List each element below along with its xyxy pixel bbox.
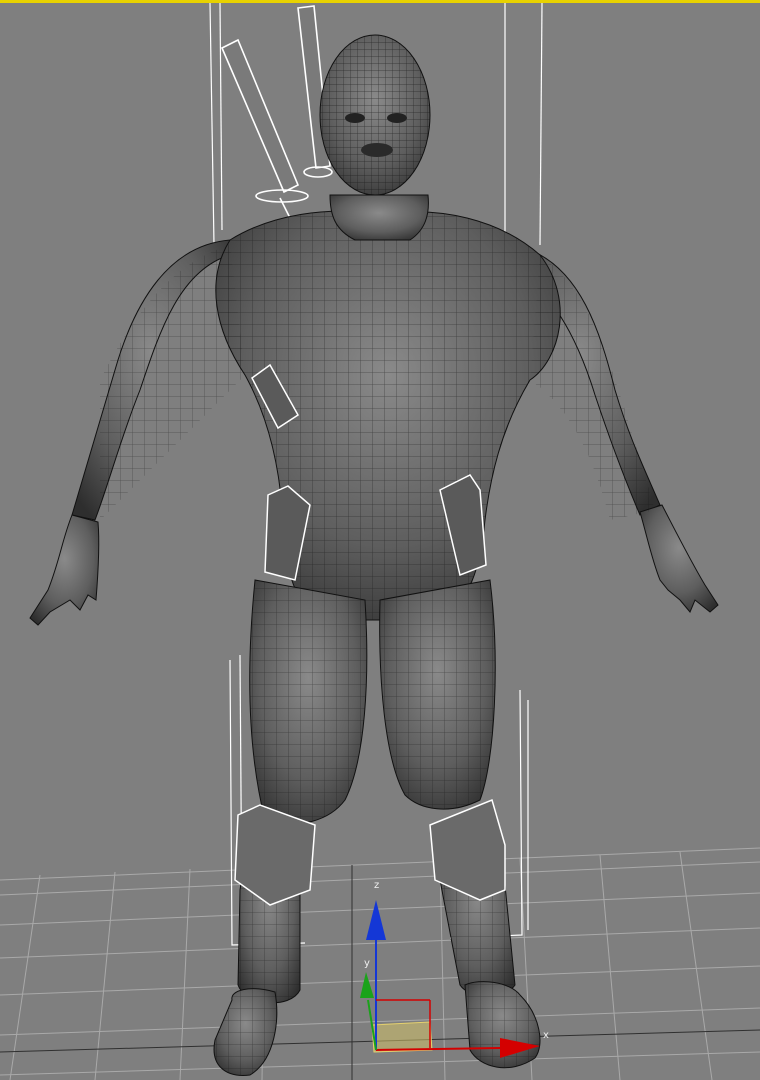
- gizmo-y-arrow: [360, 972, 374, 998]
- gizmo-y-label: y: [364, 958, 370, 969]
- gizmo-z-arrow: [366, 900, 386, 940]
- perspective-viewport[interactable]: z y x: [0, 0, 760, 1080]
- gizmo-x-label: x: [543, 1030, 549, 1041]
- right-eye: [345, 113, 365, 123]
- viewport-scene[interactable]: z y x: [0, 0, 760, 1080]
- gizmo-z-label: z: [374, 880, 379, 891]
- neck: [329, 194, 429, 241]
- mouth: [361, 143, 393, 157]
- sword-attachments[interactable]: [220, 5, 333, 219]
- left-eye: [387, 113, 407, 123]
- sword-blade-1: [220, 38, 300, 194]
- gizmo-xy-plane: [371, 1021, 433, 1053]
- sword-guard-1: [255, 189, 309, 203]
